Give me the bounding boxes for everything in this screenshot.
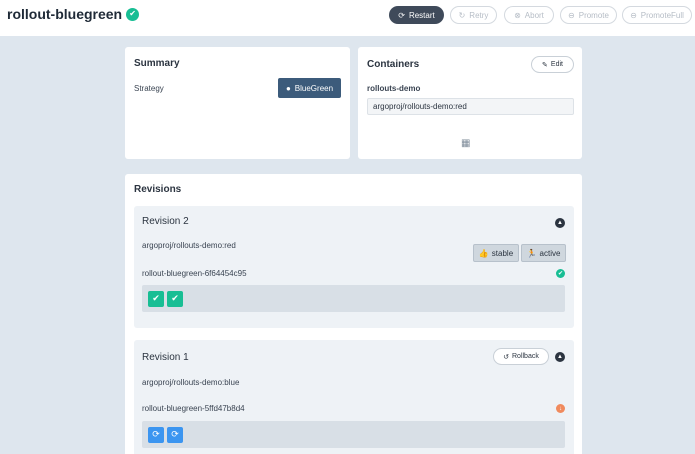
pods-row: ⟳ ⟳ xyxy=(142,421,565,448)
retry-icon: ↻ xyxy=(458,10,466,20)
pod-progressing-icon[interactable]: ⟳ xyxy=(167,426,183,443)
rollback-button[interactable]: ↺ Rollback xyxy=(493,348,549,365)
check-circle-icon: ✔ xyxy=(126,7,140,21)
containers-title: Containers xyxy=(367,59,420,70)
restart-icon: ⟳ xyxy=(398,10,405,20)
summary-title: Summary xyxy=(134,58,180,69)
revisions-title: Revisions xyxy=(134,184,182,195)
restart-button[interactable]: ⟳ Restart xyxy=(389,6,444,24)
scaled-down-icon: ↓ xyxy=(556,404,565,413)
promote-full-icon: ⊖ xyxy=(630,10,637,20)
promote-full-button[interactable]: ⊖ PromoteFull xyxy=(622,6,692,24)
strategy-badge: ● BlueGreen xyxy=(278,78,341,98)
active-tag: 🏃 active xyxy=(521,244,566,262)
app-header: rollout-bluegreen ✔ ⟳ Restart ↻ Retry ⊗ … xyxy=(0,0,695,36)
strategy-label: Strategy xyxy=(134,84,164,93)
running-icon: 🏃 xyxy=(526,248,537,258)
revision-card: Revision 1 ↺ Rollback ▲ argoproj/rollout… xyxy=(134,340,574,454)
boxes-icon: ▦ xyxy=(461,138,471,149)
promote-button[interactable]: ⊖ Promote xyxy=(560,6,617,24)
chevron-up-icon[interactable]: ▲ xyxy=(555,218,565,228)
revision-image: argoproj/rollouts-demo:blue xyxy=(142,378,240,387)
revision-title: Revision 2 xyxy=(142,216,189,227)
rollout-name: rollout-bluegreen xyxy=(7,6,123,22)
pods-row: ✔ ✔ xyxy=(142,285,565,312)
revision-title: Revision 1 xyxy=(142,352,189,363)
rollout-title: rollout-bluegreen ✔ xyxy=(7,6,140,22)
undo-icon: ↺ xyxy=(503,353,509,361)
replicaset-name: rollout-bluegreen-5ffd47b8d4 xyxy=(142,404,245,413)
revision-card: Revision 2 ▲ argoproj/rollouts-demo:red … xyxy=(134,206,574,328)
revision-image: argoproj/rollouts-demo:red xyxy=(142,241,236,250)
retry-button[interactable]: ↻ Retry xyxy=(450,6,497,24)
healthy-check-icon: ✔ xyxy=(556,269,565,278)
revisions-panel: Revisions Revision 2 ▲ argoproj/rollouts… xyxy=(125,174,582,454)
replicaset-name: rollout-bluegreen-6f64454c95 xyxy=(142,269,247,278)
pod-healthy-icon[interactable]: ✔ xyxy=(148,290,164,307)
summary-panel: Summary Strategy ● BlueGreen xyxy=(125,47,350,159)
pod-progressing-icon[interactable]: ⟳ xyxy=(148,426,164,443)
pencil-icon: ✎ xyxy=(542,61,548,69)
stable-tag: 👍 stable xyxy=(473,244,519,262)
abort-button[interactable]: ⊗ Abort xyxy=(504,6,554,24)
containers-panel: Containers ✎ Edit rollouts-demo argoproj… xyxy=(358,47,582,159)
container-name: rollouts-demo xyxy=(367,84,421,93)
chevron-up-icon[interactable]: ▲ xyxy=(555,352,565,362)
container-image-field[interactable]: argoproj/rollouts-demo:red xyxy=(367,98,574,115)
pod-healthy-icon[interactable]: ✔ xyxy=(167,290,183,307)
edit-button[interactable]: ✎ Edit xyxy=(531,56,574,73)
palette-icon: ● xyxy=(285,83,291,93)
promote-icon: ⊖ xyxy=(568,10,575,20)
thumbs-up-icon: 👍 xyxy=(478,248,489,258)
abort-icon: ⊗ xyxy=(514,10,521,20)
